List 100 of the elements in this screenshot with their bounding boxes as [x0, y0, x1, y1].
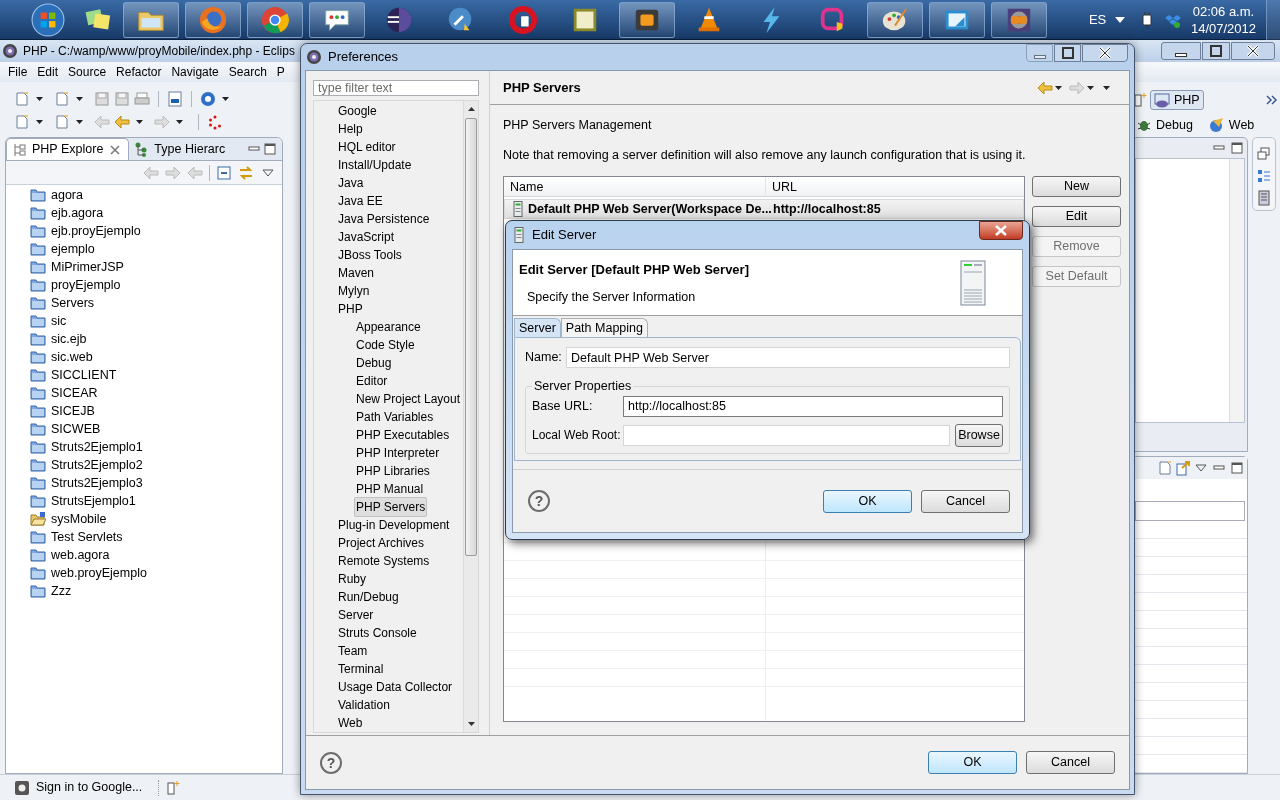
minimize-button[interactable] [1161, 42, 1201, 60]
tree-item[interactable]: Team [336, 641, 370, 661]
tree-item[interactable]: SICCLIENT [51, 365, 117, 385]
taskbar-button[interactable] [247, 1, 303, 38]
show-desktop-button[interactable] [1266, 0, 1280, 40]
tree-item[interactable]: Terminal [336, 659, 386, 679]
ok-button[interactable]: OK [928, 751, 1017, 774]
tree-item[interactable]: PHP Libraries [354, 461, 432, 481]
maximize-button[interactable] [1202, 42, 1230, 60]
name-field[interactable]: Default PHP Web Server [566, 347, 1010, 368]
tree-item[interactable]: web.agora [51, 545, 110, 565]
tree-item[interactable]: Mylyn [336, 281, 372, 301]
perspective-button[interactable]: Debug [1132, 115, 1197, 135]
tree-item[interactable]: Struts Console [336, 623, 419, 643]
tree-item[interactable]: Java Persistence [336, 209, 432, 229]
tree-item[interactable]: MiPrimerJSP [51, 257, 124, 277]
tab[interactable]: Path Mapping [560, 318, 648, 337]
tree-item[interactable]: PHP Manual [354, 479, 426, 499]
tree-item[interactable]: Usage Data Collector [336, 677, 455, 697]
tree-item[interactable]: Appearance [354, 317, 423, 337]
tree-item[interactable]: Help [336, 119, 365, 139]
start-button-icon[interactable] [31, 2, 65, 37]
tree-item[interactable]: proyEjemplo [51, 275, 121, 295]
menu-item[interactable]: Refactor [111, 63, 167, 81]
tree-item[interactable]: Maven [336, 263, 377, 283]
open-perspective-icon[interactable] [1132, 92, 1148, 108]
tree-item[interactable]: JavaScript [336, 227, 397, 247]
filter-field[interactable] [1135, 501, 1245, 521]
taskbar-button[interactable] [619, 1, 675, 38]
table-row[interactable]: Default PHP Web Server(Workspace De...http://localhost:85 [504, 199, 1024, 219]
close-button[interactable] [979, 221, 1023, 240]
task-list-icon[interactable] [1256, 190, 1272, 206]
ok-button[interactable]: OK [823, 489, 912, 513]
maximize-icon[interactable] [1229, 140, 1245, 156]
action-button[interactable]: New [1032, 176, 1121, 197]
taskbar-button[interactable] [929, 1, 985, 38]
menu-item[interactable]: Navigate [166, 63, 224, 81]
tree-item[interactable]: SICEJB [51, 401, 95, 421]
tree-item[interactable]: ejb.agora [51, 203, 104, 223]
clock-date[interactable]: 14/07/2012 [1190, 19, 1256, 37]
tree-item[interactable]: sic.web [51, 347, 93, 367]
outline-icon[interactable] [1256, 168, 1272, 184]
tree-item[interactable]: Struts2Ejemplo1 [51, 437, 143, 457]
column-header[interactable]: URL [766, 177, 1024, 197]
tree-item[interactable]: Path Variables [354, 407, 436, 427]
tree-item[interactable]: Struts2Ejemplo3 [51, 473, 143, 493]
tree-item[interactable]: Google [336, 101, 379, 121]
tree-item[interactable]: Debug [354, 353, 394, 373]
help-button[interactable]: ? [528, 490, 550, 512]
tree-item[interactable]: Plug-in Development [336, 515, 452, 535]
tree-item[interactable]: Server [336, 605, 376, 625]
binary-file-icon[interactable] [167, 90, 183, 107]
tree-item[interactable]: Zzz [51, 581, 72, 601]
perspective-button[interactable]: PHP [1150, 90, 1204, 110]
tree-item[interactable]: Web [336, 713, 365, 732]
maximize-button[interactable] [1054, 44, 1081, 62]
web-root-field[interactable] [623, 424, 950, 446]
spinner-icon[interactable] [207, 113, 223, 130]
tree-item[interactable]: Project Archives [336, 533, 427, 553]
view-tab[interactable]: PHP Explore [6, 138, 130, 160]
scrollbar[interactable] [463, 101, 478, 732]
tree-item[interactable]: PHP Executables [354, 425, 452, 445]
tree-item[interactable]: Java EE [336, 191, 385, 211]
tree-item[interactable]: PHP Servers [354, 497, 428, 517]
close-button[interactable] [1231, 42, 1275, 60]
tree-item[interactable]: sic [51, 311, 67, 331]
tree-item[interactable]: Servers [51, 293, 95, 313]
menu-item[interactable]: File [3, 63, 33, 81]
tree-item[interactable]: web.proyEjemplo [51, 563, 147, 583]
collapse-all-icon[interactable] [216, 164, 232, 181]
tree-item[interactable]: JBoss Tools [336, 245, 404, 265]
tree-item[interactable]: agora [51, 185, 83, 205]
column-header[interactable]: Name [504, 177, 766, 197]
taskbar-button[interactable] [309, 1, 365, 38]
tree-item[interactable]: ejb.proyEjemplo [51, 221, 141, 241]
tree-item[interactable]: sysMobile [51, 509, 107, 529]
scrollbar[interactable] [1229, 159, 1244, 422]
tree-icon[interactable] [12, 141, 28, 158]
maximize-icon[interactable] [1229, 460, 1245, 476]
status-text[interactable]: Sign in to Google... [36, 778, 143, 797]
menu-item[interactable]: Edit [32, 63, 64, 81]
cancel-button[interactable]: Cancel [1026, 751, 1115, 774]
tree-item[interactable]: Editor [354, 371, 390, 391]
tree-item[interactable]: Remote Systems [336, 551, 432, 571]
ring-icon[interactable] [508, 4, 538, 35]
tree-item[interactable]: PHP Interpreter [354, 443, 442, 463]
tree-item[interactable]: SICEAR [51, 383, 98, 403]
view-tab[interactable]: Type Hierarc [129, 138, 231, 160]
tree-item[interactable]: Run/Debug [336, 587, 401, 607]
help-button[interactable]: ? [320, 751, 342, 774]
tab[interactable]: Server [514, 318, 561, 337]
restore-icon[interactable] [1256, 146, 1272, 162]
menu-item[interactable]: Source [63, 63, 112, 81]
tree-item[interactable]: ejemplo [51, 239, 95, 259]
tree-item[interactable]: HQL editor [336, 137, 398, 157]
caret-icon[interactable] [1114, 15, 1125, 24]
new-window-icon[interactable] [165, 779, 182, 796]
tree-item[interactable]: Ruby [336, 569, 368, 589]
filter-field[interactable]: type filter text [313, 80, 479, 96]
maximize-icon[interactable] [262, 141, 278, 157]
